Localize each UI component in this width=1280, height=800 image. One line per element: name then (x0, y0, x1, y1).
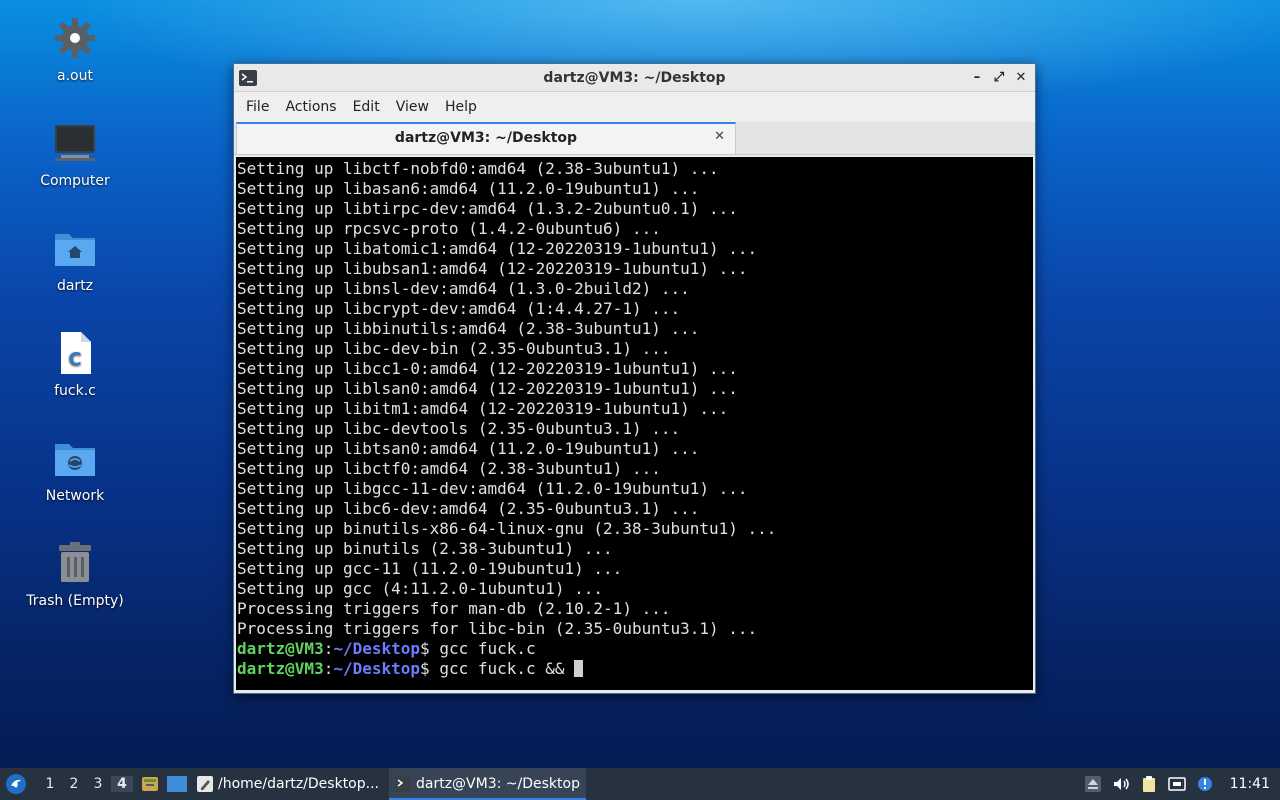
output-line: Setting up libatomic1:amd64 (12-20220319… (237, 239, 758, 258)
output-line: Setting up libctf-nobfd0:amd64 (2.38-3ub… (237, 159, 719, 178)
text-cursor (574, 660, 584, 677)
prompt-separator: : (323, 639, 334, 658)
menu-bar: File Actions Edit View Help (234, 92, 1035, 122)
desktop-icon-computer[interactable]: Computer (20, 119, 130, 189)
output-line: Setting up libubsan1:amd64 (12-20220319-… (237, 259, 748, 278)
output-line: Processing triggers for libc-bin (2.35-0… (237, 619, 758, 638)
output-line: Setting up libcc1-0:amd64 (12-20220319-1… (237, 359, 738, 378)
prompt-path: ~/Desktop (333, 639, 421, 658)
desktop-icon-label: dartz (56, 278, 94, 294)
task-text-editor[interactable]: /home/dartz/Desktop... (191, 768, 385, 800)
show-desktop-icon[interactable] (167, 775, 187, 793)
workspace-2[interactable]: 2 (63, 776, 85, 792)
prompt-command: gcc fuck.c (439, 639, 536, 658)
output-line: Setting up libbinutils:amd64 (2.38-3ubun… (237, 319, 700, 338)
desktop-icon-a-out[interactable]: a.out (20, 14, 130, 84)
tab-terminal[interactable]: dartz@VM3: ~/Desktop ✕ (236, 122, 736, 154)
prompt-user: dartz@VM3 (237, 659, 324, 678)
prompt-line: dartz@VM3:~/Desktop$ gcc fuck.c && (237, 659, 1033, 679)
menu-file[interactable]: File (238, 99, 277, 115)
text-editor-icon (197, 776, 213, 792)
minimize-button[interactable]: – (969, 68, 985, 86)
desktop-icon-label: a.out (57, 68, 93, 84)
clock[interactable]: 11:41 (1230, 776, 1270, 792)
tab-bar: dartz@VM3: ~/Desktop ✕ (234, 122, 1035, 155)
output-line: Setting up rpcsvc-proto (1.4.2-0ubuntu6)… (237, 219, 661, 238)
desktop-icon-label: Computer (40, 173, 110, 189)
clipboard-icon[interactable] (1140, 775, 1158, 793)
prompt-symbol: $ (420, 639, 440, 658)
prompt-command: gcc fuck.c && (439, 659, 575, 678)
prompt-user: dartz@VM3 (237, 639, 324, 658)
output-line: Setting up libc-devtools (2.35-0ubuntu3.… (237, 419, 681, 438)
svg-text:C: C (68, 349, 81, 370)
update-notifier-icon[interactable] (1196, 775, 1214, 793)
output-line: Setting up libctf0:amd64 (2.38-3ubuntu1)… (237, 459, 661, 478)
workspace-4[interactable]: 4 (111, 776, 133, 792)
start-menu-icon[interactable] (5, 773, 27, 795)
menu-view[interactable]: View (388, 99, 437, 115)
output-line: Setting up libcrypt-dev:amd64 (1:4.4.27-… (237, 299, 681, 318)
prompt-path: ~/Desktop (333, 659, 421, 678)
output-line: Setting up gcc-11 (11.2.0-19ubuntu1) ... (237, 559, 623, 578)
desktop-icon-dartz[interactable]: dartz (20, 224, 130, 294)
output-line: Processing triggers for man-db (2.10.2-1… (237, 599, 671, 618)
trash-icon (59, 542, 91, 582)
workspace-1[interactable]: 1 (39, 776, 61, 792)
output-line: Setting up gcc (4:11.2.0-1ubuntu1) ... (237, 579, 604, 598)
eject-icon[interactable] (1084, 775, 1102, 793)
prompt-separator: : (323, 659, 334, 678)
gear-icon (55, 18, 95, 58)
volume-icon[interactable] (1112, 775, 1130, 793)
workspace-3[interactable]: 3 (87, 776, 109, 792)
terminal-icon (239, 69, 257, 86)
desktop-icon-label: Network (45, 488, 105, 504)
menu-edit[interactable]: Edit (345, 99, 388, 115)
desktop-icon-fuck-c[interactable]: C fuck.c (20, 329, 130, 399)
desktop-icon-label: fuck.c (54, 383, 96, 399)
output-line: Setting up libgcc-11-dev:amd64 (11.2.0-1… (237, 479, 748, 498)
output-line: Setting up libc-dev-bin (2.35-0ubuntu3.1… (237, 339, 671, 358)
output-line: Setting up libitm1:amd64 (12-20220319-1u… (237, 399, 729, 418)
system-tray: 11:41 (1084, 775, 1280, 793)
terminal-window: dartz@VM3: ~/Desktop – ⤢ ✕ File Actions … (233, 63, 1036, 694)
maximize-button[interactable]: ⤢ (991, 68, 1007, 86)
output-line: Setting up libtirpc-dev:amd64 (1.3.2-2ub… (237, 199, 738, 218)
terminal-output[interactable]: Setting up libctf-nobfd0:amd64 (2.38-3ub… (236, 157, 1033, 690)
home-folder-icon (55, 234, 95, 266)
desktop-icon-trash[interactable]: Trash (Empty) (20, 539, 130, 609)
output-line: Setting up libasan6:amd64 (11.2.0-19ubun… (237, 179, 700, 198)
file-manager-icon[interactable] (141, 775, 159, 793)
task-label: /home/dartz/Desktop... (218, 776, 379, 792)
output-line: Setting up binutils (2.38-3ubuntu1) ... (237, 539, 613, 558)
menu-actions[interactable]: Actions (277, 99, 344, 115)
desktop-icon-label: Trash (Empty) (26, 593, 124, 609)
output-line: Setting up liblsan0:amd64 (12-20220319-1… (237, 379, 738, 398)
terminal-icon (395, 776, 411, 792)
window-titlebar[interactable]: dartz@VM3: ~/Desktop – ⤢ ✕ (234, 64, 1035, 92)
tab-label: dartz@VM3: ~/Desktop (394, 130, 578, 146)
prompt-line: dartz@VM3:~/Desktop$ gcc fuck.c (237, 639, 1033, 659)
monitor-icon (55, 125, 95, 161)
close-button[interactable]: ✕ (1013, 68, 1029, 86)
desktop-icon-network[interactable]: Network (20, 434, 130, 504)
network-icon[interactable] (1167, 775, 1186, 793)
menu-help[interactable]: Help (437, 99, 485, 115)
taskbar: 1 2 3 4 /home/dartz/Desktop... dartz@VM3… (0, 768, 1280, 800)
network-folder-icon (55, 444, 95, 476)
task-terminal[interactable]: dartz@VM3: ~/Desktop (389, 768, 586, 800)
output-line: Setting up libnsl-dev:amd64 (1.3.0-2buil… (237, 279, 690, 298)
c-source-file-icon: C (61, 332, 91, 374)
output-line: Setting up binutils-x86-64-linux-gnu (2.… (237, 519, 777, 538)
output-line: Setting up libtsan0:amd64 (11.2.0-19ubun… (237, 439, 700, 458)
output-line: Setting up libc6-dev:amd64 (2.35-0ubuntu… (237, 499, 700, 518)
tab-close-icon[interactable]: ✕ (714, 129, 725, 144)
window-title: dartz@VM3: ~/Desktop (543, 69, 726, 86)
task-label: dartz@VM3: ~/Desktop (416, 776, 580, 792)
prompt-symbol: $ (420, 659, 440, 678)
